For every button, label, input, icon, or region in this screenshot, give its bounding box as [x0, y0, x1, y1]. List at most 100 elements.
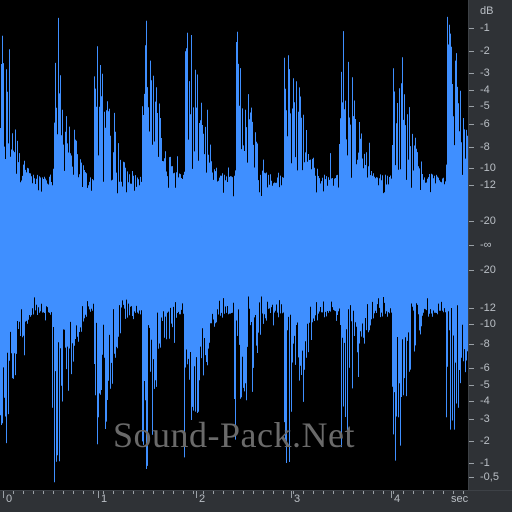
time-minor-tick — [333, 491, 334, 494]
db-tick-label: -5 — [480, 379, 490, 391]
time-minor-tick — [243, 491, 244, 494]
time-minor-tick — [293, 491, 294, 494]
db-tick-label: -20 — [480, 215, 496, 227]
db-ruler: dB -1 -2 -3 -4 -5 -6 -8 -10 -12 -20 -∞ -20 -12 -10 -8 -… — [468, 0, 512, 490]
time-minor-tick — [283, 491, 284, 494]
time-minor-tick — [253, 491, 254, 494]
db-tick — [469, 185, 474, 186]
db-tick-label: -1 — [480, 457, 490, 469]
db-tick — [469, 245, 474, 246]
db-tick-label: -8 — [480, 338, 490, 350]
db-tick — [469, 401, 474, 402]
time-tick-label: 1 — [101, 493, 108, 505]
time-minor-tick — [163, 491, 164, 494]
db-tick-label: -6 — [480, 362, 490, 374]
waveform-samples — [0, 16, 468, 483]
db-tick-label: -2 — [480, 45, 490, 57]
time-tick-label: 2 — [199, 493, 206, 505]
time-minor-tick — [103, 491, 104, 494]
time-minor-tick — [133, 491, 134, 494]
time-minor-tick — [313, 491, 314, 494]
time-minor-tick — [33, 491, 34, 494]
db-tick-label: -4 — [480, 84, 490, 96]
db-tick-label: -10 — [480, 318, 496, 330]
time-minor-tick — [83, 491, 84, 494]
time-minor-tick — [113, 491, 114, 494]
time-minor-tick — [423, 491, 424, 494]
db-tick-label: -10 — [480, 162, 496, 174]
time-tick — [98, 491, 99, 498]
time-minor-tick — [303, 491, 304, 494]
db-tick-label: -12 — [480, 179, 496, 191]
time-tick — [291, 491, 292, 498]
db-tick-label: -4 — [480, 395, 490, 407]
db-tick — [469, 124, 474, 125]
db-tick-label: -6 — [480, 118, 490, 130]
db-tick — [469, 385, 474, 386]
time-minor-tick — [53, 491, 54, 494]
time-minor-tick — [93, 491, 94, 494]
time-minor-tick — [263, 491, 264, 494]
time-tick-label: 4 — [394, 493, 401, 505]
db-tick — [469, 324, 474, 325]
time-minor-tick — [383, 491, 384, 494]
time-minor-tick — [173, 491, 174, 494]
waveform-view[interactable]: Sound-Pack.Net — [0, 0, 468, 490]
time-ruler[interactable]: sec 0 1 2 3 4 — [0, 490, 512, 512]
time-tick — [196, 491, 197, 498]
time-minor-tick — [463, 491, 464, 494]
db-tick-label: -20 — [480, 264, 496, 276]
db-tick — [469, 441, 474, 442]
db-tick-label: -0,5 — [480, 471, 499, 483]
time-minor-tick — [353, 491, 354, 494]
db-tick-label: -2 — [480, 435, 490, 447]
db-tick — [469, 51, 474, 52]
time-minor-tick — [403, 491, 404, 494]
db-tick — [469, 344, 474, 345]
time-minor-tick — [373, 491, 374, 494]
db-unit-label: dB — [480, 5, 494, 17]
time-minor-tick — [273, 491, 274, 494]
db-tick — [469, 368, 474, 369]
waveform-core — [0, 207, 468, 283]
db-tick — [469, 147, 474, 148]
time-minor-tick — [213, 491, 214, 494]
time-minor-tick — [153, 491, 154, 494]
db-tick — [469, 28, 474, 29]
db-tick — [469, 106, 474, 107]
time-tick — [391, 491, 392, 498]
db-tick — [469, 73, 474, 74]
time-minor-tick — [183, 491, 184, 494]
db-tick — [469, 419, 474, 420]
time-minor-tick — [443, 491, 444, 494]
time-minor-tick — [123, 491, 124, 494]
time-minor-tick — [193, 491, 194, 494]
db-tick-label: -3 — [480, 67, 490, 79]
db-tick — [469, 270, 474, 271]
db-tick-label: -8 — [480, 141, 490, 153]
time-minor-tick — [413, 491, 414, 494]
waveform-editor[interactable]: Sound-Pack.Net dB -1 -2 -3 -4 -5 -6 -8 -10 -12 -2… — [0, 0, 512, 512]
time-minor-tick — [43, 491, 44, 494]
db-tick-label: -5 — [480, 100, 490, 112]
time-tick-label: 0 — [6, 493, 13, 505]
db-tick — [469, 463, 474, 464]
db-tick — [469, 308, 474, 309]
time-minor-tick — [63, 491, 64, 494]
time-minor-tick — [13, 491, 14, 494]
db-tick — [469, 221, 474, 222]
time-minor-tick — [223, 491, 224, 494]
db-tick — [469, 90, 474, 91]
time-minor-tick — [363, 491, 364, 494]
time-minor-tick — [23, 491, 24, 494]
db-tick-label: -∞ — [480, 239, 492, 251]
time-minor-tick — [203, 491, 204, 494]
time-tick-label: 3 — [294, 493, 301, 505]
time-minor-tick — [323, 491, 324, 494]
db-tick-label: -12 — [480, 302, 496, 314]
time-minor-tick — [393, 491, 394, 494]
waveform[interactable] — [0, 0, 468, 490]
db-tick — [469, 477, 474, 478]
time-minor-tick — [453, 491, 454, 494]
time-minor-tick — [143, 491, 144, 494]
